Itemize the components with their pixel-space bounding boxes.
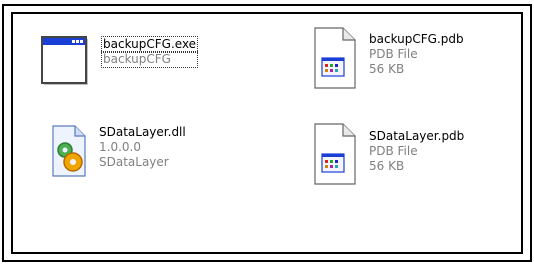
file-size: 56 KB (369, 62, 405, 76)
file-item-sdatalayer-dll[interactable]: SDataLayer.dll 1.0.0.0 SDataLayer (49, 122, 249, 202)
file-item-sdatalayer-pdb[interactable]: SDataLayer.pdb PDB File 56 KB (313, 122, 513, 202)
file-item-backupcfg-pdb[interactable]: backupCFG.pdb PDB File 56 KB (313, 26, 513, 106)
file-view-pane: backupCFG.exe backupCFG backupCFG.pdb PD… (11, 12, 523, 254)
file-item-backupcfg-exe[interactable]: backupCFG.exe backupCFG (41, 32, 241, 102)
dll-gear-icon (52, 125, 86, 177)
file-version: 1.0.0.0 (99, 140, 141, 154)
pdb-file-icon (314, 123, 356, 185)
file-description: backupCFG (100, 51, 199, 68)
exe-window-icon (41, 36, 88, 85)
outer-frame: backupCFG.exe backupCFG backupCFG.pdb PD… (2, 4, 532, 262)
file-name: SDataLayer.pdb (369, 129, 465, 143)
file-type: PDB File (369, 47, 418, 61)
file-name: backupCFG.pdb (369, 32, 464, 46)
pdb-file-icon (314, 27, 356, 89)
file-name: SDataLayer.dll (99, 125, 186, 139)
file-name: backupCFG.exe (100, 36, 199, 53)
file-type: PDB File (369, 144, 418, 158)
file-size: 56 KB (369, 159, 405, 173)
file-description: SDataLayer (99, 155, 169, 169)
